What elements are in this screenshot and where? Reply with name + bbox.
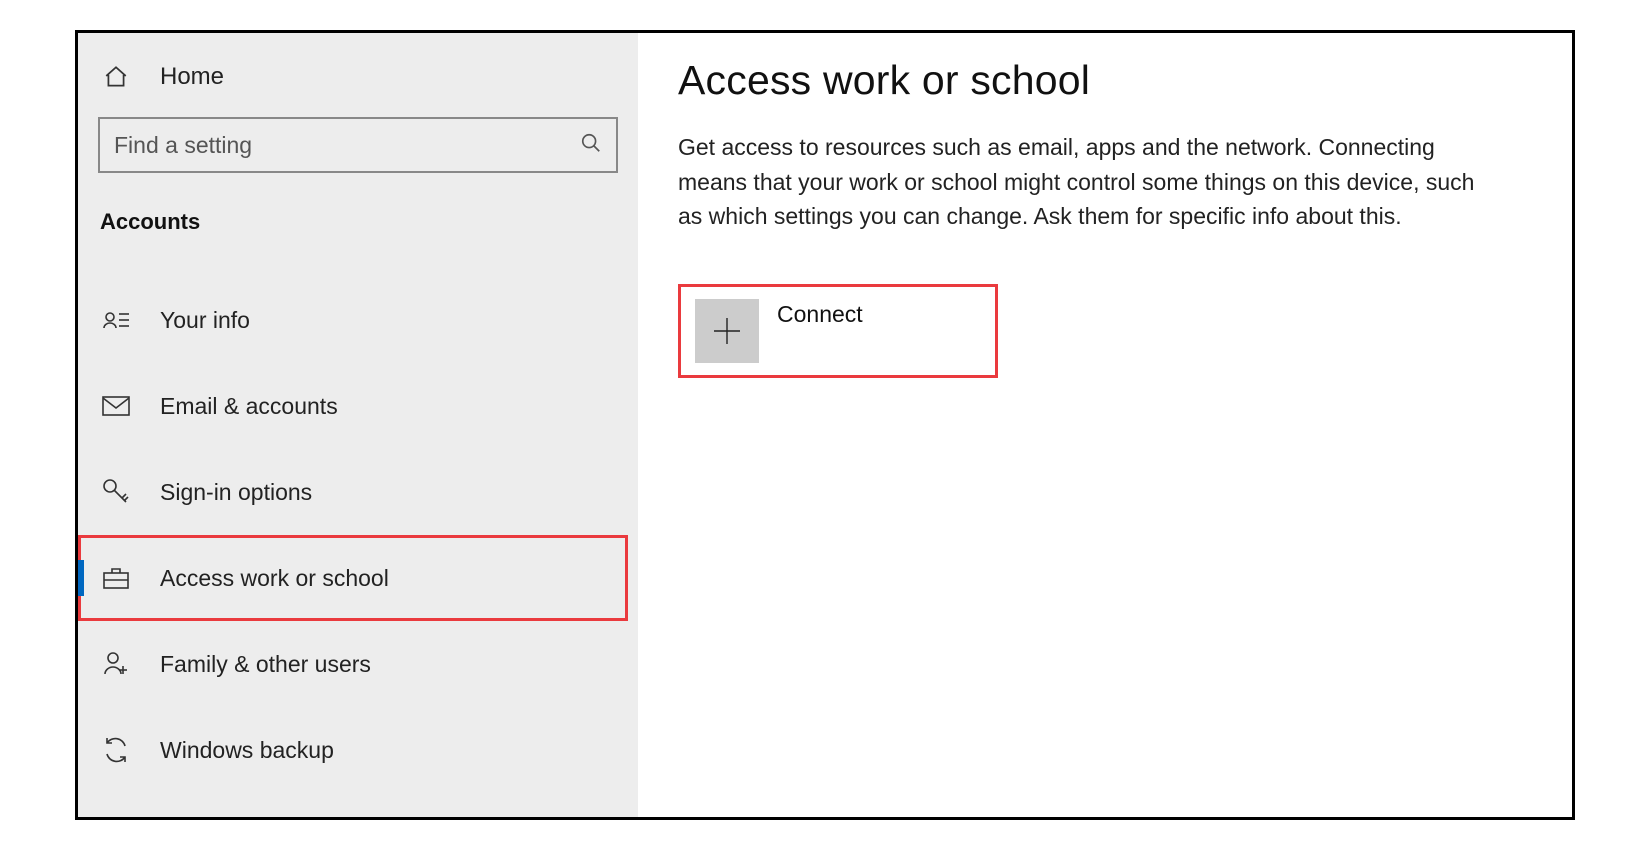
sidebar-item-label: Windows backup [160,737,334,764]
connect-label: Connect [777,301,863,328]
sync-icon [100,736,132,764]
sidebar-item-label: Access work or school [160,565,389,592]
page-description: Get access to resources such as email, a… [678,130,1498,234]
sidebar-item-windows-backup[interactable]: Windows backup [78,707,638,793]
sidebar-item-access-work-school[interactable]: Access work or school [78,535,628,621]
sidebar-item-label: Sign-in options [160,479,312,506]
sidebar-item-email-accounts[interactable]: Email & accounts [78,363,638,449]
search-input[interactable] [114,132,580,159]
sidebar-home[interactable]: Home [78,51,638,103]
sidebar-item-sign-in-options[interactable]: Sign-in options [78,449,638,535]
mail-icon [100,395,132,417]
person-card-icon [100,307,132,333]
sidebar-item-label: Family & other users [160,651,371,678]
search-wrap [78,103,638,177]
sidebar-item-label: Your info [160,307,250,334]
settings-window: Home Accounts Your info [75,30,1575,820]
briefcase-icon [100,565,132,591]
sidebar-item-label: Email & accounts [160,393,338,420]
key-icon [100,478,132,506]
search-box[interactable] [98,117,618,173]
settings-sidebar: Home Accounts Your info [78,33,638,817]
people-add-icon [100,650,132,678]
home-label: Home [160,63,224,91]
main-content: Access work or school Get access to reso… [638,33,1572,817]
connect-button[interactable]: Connect [678,284,998,378]
sidebar-section-title: Accounts [78,177,638,253]
plus-icon [695,299,759,363]
sidebar-item-your-info[interactable]: Your info [78,277,638,363]
sidebar-item-family-other-users[interactable]: Family & other users [78,621,638,707]
page-title: Access work or school [678,57,1532,104]
search-icon [580,132,602,159]
home-icon [100,64,132,90]
sidebar-nav: Your info Email & accounts Sign-in optio… [78,253,638,793]
